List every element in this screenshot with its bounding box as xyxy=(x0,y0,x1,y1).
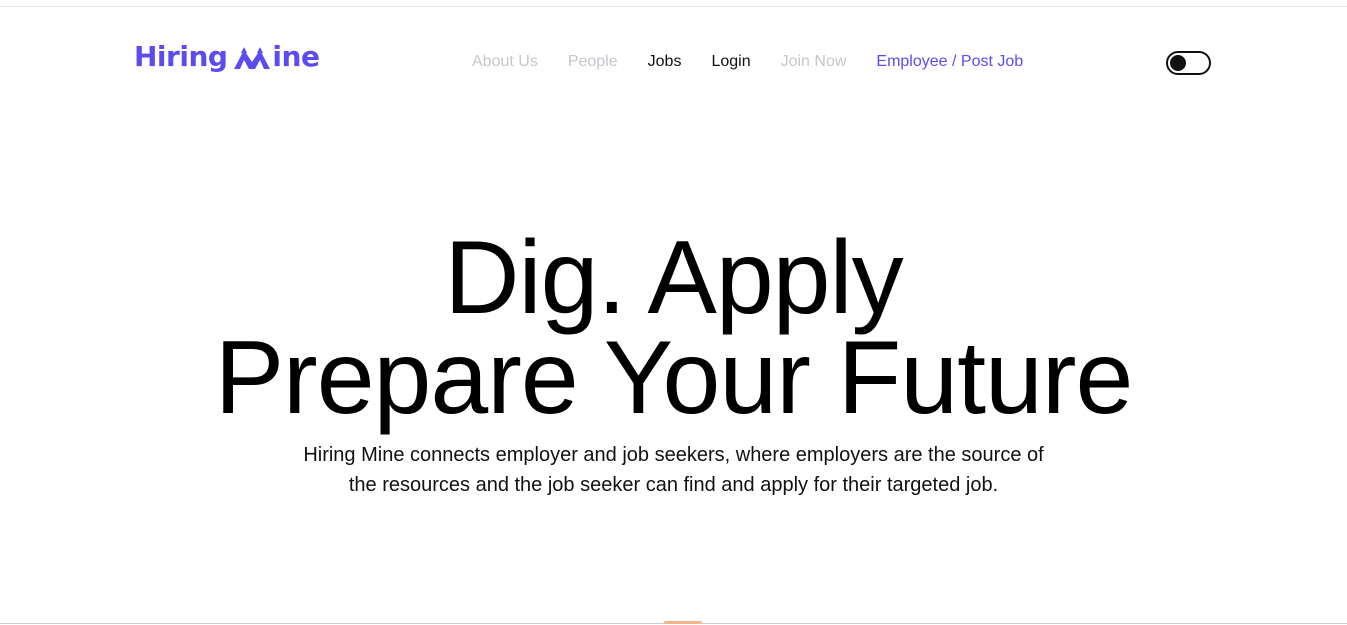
theme-toggle-switch[interactable] xyxy=(1166,51,1211,75)
hero-headline-line2: Prepare Your Future xyxy=(214,320,1134,436)
main-navigation: About Us People Jobs Login Join Now Empl… xyxy=(472,51,1023,73)
hero-section: Dig. Apply Prepare Your Future Hiring Mi… xyxy=(0,220,1347,500)
top-divider xyxy=(0,6,1347,7)
nav-about-us-link[interactable]: About Us xyxy=(472,51,538,73)
nav-employee-post-job-link[interactable]: Employee / Post Job xyxy=(876,51,1023,73)
hero-headline-line1: Dig. Apply xyxy=(444,220,903,336)
hero-headline: Dig. Apply Prepare Your Future xyxy=(0,220,1347,436)
brand-name-part1: Hiring xyxy=(134,40,228,73)
nav-jobs-link[interactable]: Jobs xyxy=(648,51,682,73)
nav-people-link[interactable]: People xyxy=(568,51,618,73)
site-header: Hiring ine About Us People Jobs Login Jo… xyxy=(0,30,1347,94)
bottom-accent-bar xyxy=(664,621,702,624)
nav-join-now-link[interactable]: Join Now xyxy=(781,51,847,73)
toggle-knob xyxy=(1170,55,1186,71)
hero-description: Hiring Mine connects employer and job se… xyxy=(303,444,1044,496)
brand-name-part2: ine xyxy=(272,40,320,73)
brand-logo[interactable]: Hiring ine xyxy=(134,40,320,74)
mountain-m-icon xyxy=(234,47,271,69)
nav-login-link[interactable]: Login xyxy=(711,51,750,73)
